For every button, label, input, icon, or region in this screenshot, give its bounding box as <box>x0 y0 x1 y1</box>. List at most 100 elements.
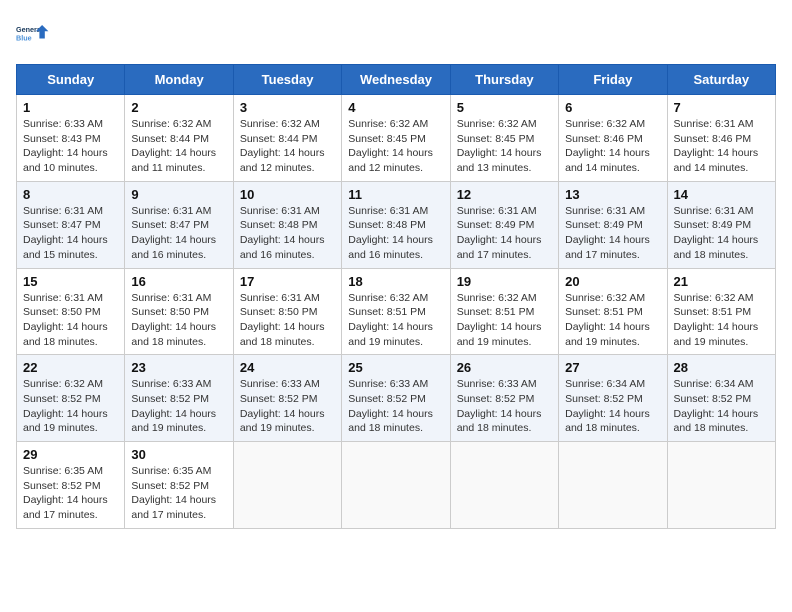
calendar-cell: 18Sunrise: 6:32 AMSunset: 8:51 PMDayligh… <box>342 268 450 355</box>
day-number: 11 <box>348 187 443 202</box>
day-info: Sunrise: 6:31 AMSunset: 8:48 PMDaylight:… <box>348 204 443 263</box>
day-number: 2 <box>131 100 226 115</box>
calendar-cell: 10Sunrise: 6:31 AMSunset: 8:48 PMDayligh… <box>233 181 341 268</box>
calendar-cell <box>667 442 775 529</box>
column-header-tuesday: Tuesday <box>233 65 341 95</box>
day-number: 3 <box>240 100 335 115</box>
calendar-week-row: 1 Sunrise: 6:33 AMSunset: 8:43 PMDaylight… <box>17 95 776 182</box>
calendar-cell: 23Sunrise: 6:33 AMSunset: 8:52 PMDayligh… <box>125 355 233 442</box>
day-info: Sunrise: 6:33 AMSunset: 8:52 PMDaylight:… <box>131 377 226 436</box>
calendar-week-row: 22Sunrise: 6:32 AMSunset: 8:52 PMDayligh… <box>17 355 776 442</box>
day-info: Sunrise: 6:35 AMSunset: 8:52 PMDaylight:… <box>131 464 226 523</box>
calendar-week-row: 8 Sunrise: 6:31 AMSunset: 8:47 PMDaylight… <box>17 181 776 268</box>
day-info: Sunrise: 6:34 AMSunset: 8:52 PMDaylight:… <box>674 377 769 436</box>
day-number: 4 <box>348 100 443 115</box>
column-header-saturday: Saturday <box>667 65 775 95</box>
calendar-cell: 25Sunrise: 6:33 AMSunset: 8:52 PMDayligh… <box>342 355 450 442</box>
day-number: 24 <box>240 360 335 375</box>
calendar-cell: 24 Sunrise: 6:33 AMSunset: 8:52 PMDayligh… <box>233 355 341 442</box>
day-info: Sunrise: 6:31 AMSunset: 8:46 PMDaylight:… <box>674 117 769 176</box>
calendar-cell: 27 Sunrise: 6:34 AMSunset: 8:52 PMDayligh… <box>559 355 667 442</box>
day-number: 19 <box>457 274 552 289</box>
calendar-cell: 5 Sunrise: 6:32 AMSunset: 8:45 PMDaylight… <box>450 95 558 182</box>
day-info: Sunrise: 6:33 AMSunset: 8:43 PMDaylight:… <box>23 117 118 176</box>
calendar-cell: 4 Sunrise: 6:32 AMSunset: 8:45 PMDaylight… <box>342 95 450 182</box>
day-number: 30 <box>131 447 226 462</box>
calendar-cell <box>233 442 341 529</box>
day-info: Sunrise: 6:32 AMSunset: 8:44 PMDaylight:… <box>131 117 226 176</box>
calendar-cell: 16 Sunrise: 6:31 AMSunset: 8:50 PMDayligh… <box>125 268 233 355</box>
day-info: Sunrise: 6:33 AMSunset: 8:52 PMDaylight:… <box>240 377 335 436</box>
column-header-friday: Friday <box>559 65 667 95</box>
calendar-cell: 6 Sunrise: 6:32 AMSunset: 8:46 PMDaylight… <box>559 95 667 182</box>
day-info: Sunrise: 6:32 AMSunset: 8:45 PMDaylight:… <box>457 117 552 176</box>
day-number: 22 <box>23 360 118 375</box>
day-info: Sunrise: 6:31 AMSunset: 8:49 PMDaylight:… <box>457 204 552 263</box>
day-number: 29 <box>23 447 118 462</box>
day-info: Sunrise: 6:31 AMSunset: 8:49 PMDaylight:… <box>565 204 660 263</box>
day-number: 26 <box>457 360 552 375</box>
calendar-cell: 11 Sunrise: 6:31 AMSunset: 8:48 PMDayligh… <box>342 181 450 268</box>
day-info: Sunrise: 6:32 AMSunset: 8:44 PMDaylight:… <box>240 117 335 176</box>
calendar-cell: 29 Sunrise: 6:35 AMSunset: 8:52 PMDayligh… <box>17 442 125 529</box>
day-info: Sunrise: 6:32 AMSunset: 8:46 PMDaylight:… <box>565 117 660 176</box>
calendar-cell: 20 Sunrise: 6:32 AMSunset: 8:51 PMDayligh… <box>559 268 667 355</box>
calendar-header-row: SundayMondayTuesdayWednesdayThursdayFrid… <box>17 65 776 95</box>
calendar-week-row: 15 Sunrise: 6:31 AMSunset: 8:50 PMDayligh… <box>17 268 776 355</box>
calendar-cell: 19 Sunrise: 6:32 AMSunset: 8:51 PMDayligh… <box>450 268 558 355</box>
day-number: 15 <box>23 274 118 289</box>
calendar-cell: 28 Sunrise: 6:34 AMSunset: 8:52 PMDayligh… <box>667 355 775 442</box>
day-number: 27 <box>565 360 660 375</box>
day-number: 13 <box>565 187 660 202</box>
day-info: Sunrise: 6:31 AMSunset: 8:47 PMDaylight:… <box>131 204 226 263</box>
day-number: 7 <box>674 100 769 115</box>
calendar-cell: 13 Sunrise: 6:31 AMSunset: 8:49 PMDayligh… <box>559 181 667 268</box>
day-number: 25 <box>348 360 443 375</box>
day-number: 5 <box>457 100 552 115</box>
calendar-week-row: 29 Sunrise: 6:35 AMSunset: 8:52 PMDayligh… <box>17 442 776 529</box>
day-info: Sunrise: 6:32 AMSunset: 8:51 PMDaylight:… <box>457 291 552 350</box>
column-header-thursday: Thursday <box>450 65 558 95</box>
logo-icon: GeneralBlue <box>16 16 52 52</box>
calendar-cell: 3 Sunrise: 6:32 AMSunset: 8:44 PMDaylight… <box>233 95 341 182</box>
day-number: 20 <box>565 274 660 289</box>
day-number: 28 <box>674 360 769 375</box>
day-number: 18 <box>348 274 443 289</box>
day-info: Sunrise: 6:31 AMSunset: 8:50 PMDaylight:… <box>131 291 226 350</box>
day-number: 1 <box>23 100 118 115</box>
day-info: Sunrise: 6:35 AMSunset: 8:52 PMDaylight:… <box>23 464 118 523</box>
day-number: 12 <box>457 187 552 202</box>
calendar-cell: 14 Sunrise: 6:31 AMSunset: 8:49 PMDayligh… <box>667 181 775 268</box>
calendar-cell: 1 Sunrise: 6:33 AMSunset: 8:43 PMDaylight… <box>17 95 125 182</box>
day-info: Sunrise: 6:31 AMSunset: 8:50 PMDaylight:… <box>240 291 335 350</box>
svg-text:Blue: Blue <box>16 33 32 42</box>
day-info: Sunrise: 6:32 AMSunset: 8:45 PMDaylight:… <box>348 117 443 176</box>
logo: GeneralBlue <box>16 16 52 52</box>
day-number: 8 <box>23 187 118 202</box>
day-number: 21 <box>674 274 769 289</box>
calendar-table: SundayMondayTuesdayWednesdayThursdayFrid… <box>16 64 776 529</box>
day-info: Sunrise: 6:31 AMSunset: 8:49 PMDaylight:… <box>674 204 769 263</box>
day-number: 9 <box>131 187 226 202</box>
day-number: 17 <box>240 274 335 289</box>
calendar-cell: 26 Sunrise: 6:33 AMSunset: 8:52 PMDayligh… <box>450 355 558 442</box>
day-number: 6 <box>565 100 660 115</box>
calendar-cell: 15 Sunrise: 6:31 AMSunset: 8:50 PMDayligh… <box>17 268 125 355</box>
day-info: Sunrise: 6:31 AMSunset: 8:50 PMDaylight:… <box>23 291 118 350</box>
day-info: Sunrise: 6:32 AMSunset: 8:51 PMDaylight:… <box>565 291 660 350</box>
calendar-cell: 22Sunrise: 6:32 AMSunset: 8:52 PMDayligh… <box>17 355 125 442</box>
calendar-cell <box>559 442 667 529</box>
column-header-sunday: Sunday <box>17 65 125 95</box>
day-info: Sunrise: 6:33 AMSunset: 8:52 PMDaylight:… <box>457 377 552 436</box>
page-header: GeneralBlue <box>16 16 776 52</box>
day-number: 14 <box>674 187 769 202</box>
calendar-cell: 2 Sunrise: 6:32 AMSunset: 8:44 PMDaylight… <box>125 95 233 182</box>
column-header-wednesday: Wednesday <box>342 65 450 95</box>
day-info: Sunrise: 6:32 AMSunset: 8:51 PMDaylight:… <box>674 291 769 350</box>
calendar-cell: 30 Sunrise: 6:35 AMSunset: 8:52 PMDayligh… <box>125 442 233 529</box>
calendar-cell: 12 Sunrise: 6:31 AMSunset: 8:49 PMDayligh… <box>450 181 558 268</box>
day-number: 16 <box>131 274 226 289</box>
day-number: 10 <box>240 187 335 202</box>
column-header-monday: Monday <box>125 65 233 95</box>
day-info: Sunrise: 6:34 AMSunset: 8:52 PMDaylight:… <box>565 377 660 436</box>
